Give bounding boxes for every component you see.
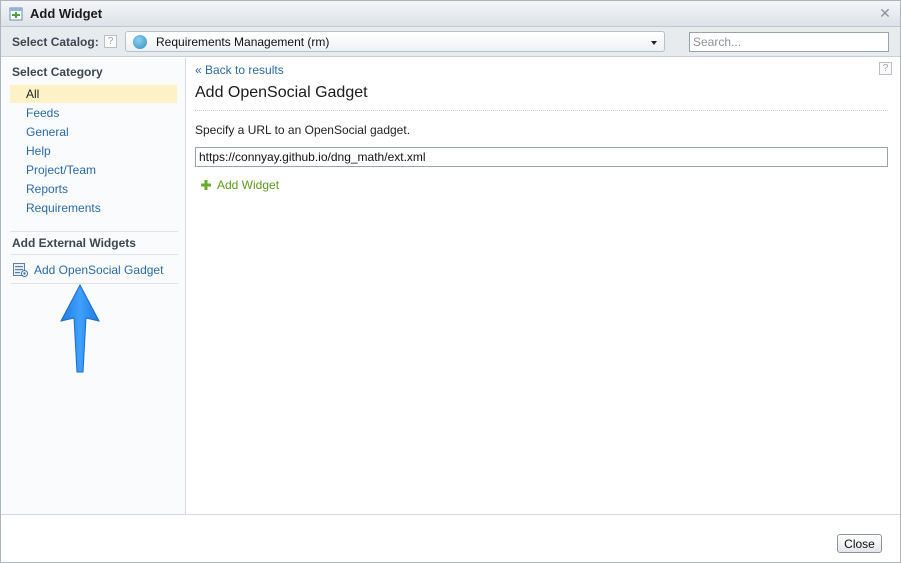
catalog-label: Select Catalog: [12,35,99,49]
catalog-bar: Select Catalog: ? Requirements Managemen… [1,27,900,57]
category-item-reports[interactable]: Reports [26,182,68,196]
catalog-select[interactable]: Requirements Management (rm) [125,31,665,52]
opensocial-gadget-icon [13,263,28,277]
help-icon[interactable]: ? [104,35,117,48]
title-divider [195,110,888,111]
page-title: Add OpenSocial Gadget [195,84,368,101]
help-icon[interactable]: ? [879,62,892,75]
add-opensocial-gadget-link[interactable]: Add OpenSocial Gadget [34,263,163,277]
category-item-help[interactable]: Help [26,144,51,158]
add-widget-dialog: Add Widget ✕ Select Catalog: ? Requireme… [0,0,901,563]
external-widgets-heading: Add External Widgets [12,236,136,250]
dialog-title-bar[interactable]: Add Widget ✕ [1,1,900,27]
sidebar-divider [10,231,178,232]
category-item-general[interactable]: General [26,125,69,139]
catalog-selected-value: Requirements Management (rm) [156,35,330,49]
category-item-all[interactable]: All [26,87,39,101]
add-widget-icon [9,7,23,21]
dialog-footer: Close [1,514,900,562]
search-input[interactable] [689,32,889,52]
close-button[interactable]: Close [837,534,882,553]
requirements-management-icon [133,35,147,49]
add-widget-label: Add Widget [217,178,280,192]
instructions-text: Specify a URL to an OpenSocial gadget. [195,123,411,137]
select-category-heading: Select Category [12,65,103,79]
dialog-title: Add Widget [30,6,103,21]
plus-icon [201,180,211,190]
category-item-feeds[interactable]: Feeds [26,106,59,120]
widget-detail-pane: « Back to results ? Add OpenSocial Gadge… [187,58,900,514]
annotation-arrow-icon [60,284,100,373]
category-item-project-team[interactable]: Project/Team [26,163,96,177]
sidebar-divider [10,254,178,255]
add-widget-button[interactable]: Add Widget [201,178,279,192]
close-icon[interactable]: ✕ [878,6,892,20]
gadget-url-input[interactable] [195,147,888,167]
back-to-results-link[interactable]: « Back to results [195,63,284,77]
category-item-requirements[interactable]: Requirements [26,201,101,215]
chevron-down-icon [651,41,657,45]
